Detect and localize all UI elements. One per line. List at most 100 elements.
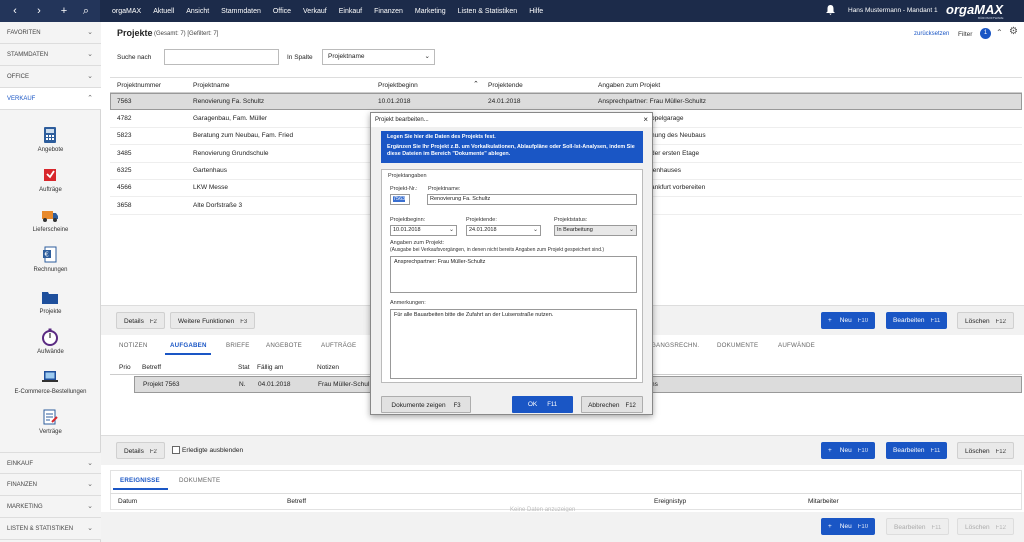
sidebar-section-marketing[interactable]: MARKETING ⌄ [0, 496, 101, 518]
back-icon[interactable]: ‹ [6, 3, 24, 19]
menu-item[interactable]: Aktuell [153, 8, 174, 15]
sidebar-item-ecommerce[interactable]: E-Commerce-Bestellungen [0, 368, 101, 408]
collapse-icon[interactable]: ⌃ [996, 28, 1003, 37]
logo: orgaMAX [946, 2, 1004, 17]
column-header[interactable]: Projektname [193, 82, 230, 89]
tab-aufgaben[interactable]: AUFGABEN [170, 342, 207, 349]
delete-button[interactable]: Löschen F12 [957, 312, 1014, 329]
forward-icon[interactable]: › [30, 3, 48, 19]
sidebar-section-listen[interactable]: LISTEN & STATISTIKEN ⌄ [0, 518, 101, 540]
tab-angebote[interactable]: ANGEBOTE [266, 342, 302, 349]
button-label: Details [124, 448, 144, 455]
tab-auftraege[interactable]: AUFTRÄGE [321, 342, 356, 349]
tab-ereignis-dokumente[interactable]: DOKUMENTE [179, 477, 220, 484]
cancel-button[interactable]: Abbrechen F12 [581, 396, 643, 413]
sidebar-section-finanzen[interactable]: FINANZEN ⌄ [0, 474, 101, 496]
close-icon[interactable]: × [643, 113, 648, 127]
menu-item[interactable]: Marketing [415, 8, 446, 15]
column-header[interactable]: Angaben zum Projekt [598, 82, 660, 89]
column-header[interactable]: Projektende [488, 82, 523, 89]
task-edit-button[interactable]: Bearbeiten F11 [886, 442, 948, 459]
menu-item[interactable]: Einkauf [339, 8, 362, 15]
sidebar-item-lieferscheine[interactable]: Lieferscheine [0, 206, 101, 246]
tab-dokumente[interactable]: DOKUMENTE [717, 342, 758, 349]
notes-textarea[interactable]: Für alle Bauarbeiten bitte die Zufahrt a… [390, 309, 637, 379]
menu-item[interactable]: Ansicht [186, 8, 209, 15]
chevron-down-icon: ⌄ [87, 460, 93, 467]
event-edit-button[interactable]: Bearbeiten F11 [886, 518, 950, 535]
field-label: Projektbeginn: [390, 217, 426, 223]
table-row[interactable]: 7563 Renovierung Fa. Schultz 10.01.2018 … [110, 93, 1022, 110]
gear-icon[interactable]: ⚙ [1009, 26, 1018, 37]
hide-done-label[interactable]: Erledigte ausblenden [182, 447, 243, 454]
menu-item[interactable]: Verkauf [303, 8, 327, 15]
sidebar-item-vertraege[interactable]: Verträge [0, 408, 101, 448]
column-select[interactable]: Projektname ⌄ [322, 49, 435, 65]
menu-item[interactable]: Listen & Statistiken [458, 8, 518, 15]
filter-label[interactable]: Filter [958, 31, 972, 38]
sidebar-item-aufwaende[interactable]: Aufwände [0, 328, 101, 368]
section-label: FAVORITEN [7, 30, 41, 36]
column-header[interactable]: Betreff [287, 498, 306, 505]
event-delete-button[interactable]: Löschen F12 [957, 518, 1014, 535]
project-info-textarea[interactable]: Ansprechpartner: Frau Müller-Schultz [390, 256, 637, 293]
sidebar-item-angebote[interactable]: Angebote [0, 126, 101, 166]
project-status-select[interactable]: In Bearbeitung ⌄ [554, 225, 637, 236]
more-functions-button[interactable]: Weitere Funktionen F3 [170, 312, 256, 329]
menu-item[interactable]: Office [273, 8, 291, 15]
project-number-input[interactable]: 7563 [390, 194, 410, 205]
column-header[interactable]: Notizen [317, 364, 339, 371]
edit-button[interactable]: Bearbeiten F11 [886, 312, 948, 329]
project-name-input[interactable]: Renovierung Fa. Schultz [427, 194, 637, 205]
sidebar-section-office[interactable]: OFFICE ⌄ [0, 66, 101, 88]
hide-done-checkbox[interactable] [172, 446, 180, 454]
task-delete-button[interactable]: Löschen F12 [957, 442, 1014, 459]
task-details-button[interactable]: Details F2 [116, 442, 165, 459]
column-header[interactable]: Projektnummer [117, 82, 161, 89]
ok-button[interactable]: OK F11 [512, 396, 573, 413]
user-name[interactable]: Hans Mustermann - Mandant 1 [848, 7, 938, 14]
new-button[interactable]: + Neu F10 [821, 312, 876, 329]
tab-notizen[interactable]: NOTIZEN [119, 342, 148, 349]
sidebar-item-rechnungen[interactable]: € Rechnungen [0, 246, 101, 286]
task-new-button[interactable]: + Neu F10 [821, 442, 876, 459]
menu-item[interactable]: Hilfe [529, 8, 543, 15]
column-header[interactable]: Betreff [142, 364, 161, 371]
search-icon[interactable]: ⌕ [77, 3, 95, 19]
tab-gangsrechnungen[interactable]: GANGSRECHN. [651, 342, 699, 349]
column-select-value: Projektname [328, 53, 365, 60]
project-begin-input[interactable]: 10.01.2018 ⌄ [390, 225, 457, 236]
reset-link[interactable]: zurücksetzen [914, 31, 949, 37]
column-header[interactable]: Mitarbeiter [808, 498, 839, 505]
sidebar-section-favoriten[interactable]: FAVORITEN ⌄ [0, 22, 101, 44]
details-button[interactable]: Details F2 [116, 312, 165, 329]
add-icon[interactable]: + [55, 3, 73, 19]
sidebar-section-verkauf[interactable]: VERKAUF ⌃ [0, 88, 101, 110]
menu-app[interactable]: orgaMAX [112, 8, 141, 15]
show-documents-button[interactable]: Dokumente zeigen F3 [381, 396, 471, 413]
sidebar-section-stammdaten[interactable]: STAMMDATEN ⌄ [0, 44, 101, 66]
section-label: LISTEN & STATISTIKEN [7, 526, 74, 532]
search-input[interactable] [164, 49, 279, 65]
menu-item[interactable]: Stammdaten [221, 8, 261, 15]
sidebar-item-auftraege[interactable]: Aufträge [0, 166, 101, 206]
menu-item[interactable]: Finanzen [374, 8, 403, 15]
event-new-button[interactable]: + Neu F10 [821, 518, 876, 535]
column-header[interactable]: Prio [119, 364, 131, 371]
input-value: 10.01.2018 [393, 227, 421, 233]
column-header[interactable]: Projektbeginn [378, 82, 418, 89]
project-end-input[interactable]: 24.01.2018 ⌄ [466, 225, 541, 236]
tab-aufwaende[interactable]: AUFWÄNDE [778, 342, 815, 349]
button-label: Weitere Funktionen [178, 318, 235, 325]
column-header[interactable]: Stat [238, 364, 250, 371]
bell-icon[interactable] [826, 5, 835, 15]
tab-ereignisse[interactable]: EREIGNISSE [120, 477, 160, 484]
dialog-info-banner: Legen Sie hier die Daten des Projekts fe… [381, 131, 643, 163]
sidebar-item-projekte[interactable]: Projekte [0, 288, 101, 328]
tab-briefe[interactable]: BRIEFE [226, 342, 250, 349]
column-header[interactable]: Fällig am [257, 364, 283, 371]
sidebar-section-einkauf[interactable]: EINKAUF ⌄ [0, 452, 101, 474]
section-label: MARKETING [7, 504, 43, 510]
column-header[interactable]: Ereignistyp [654, 498, 686, 505]
column-header[interactable]: Datum [118, 498, 137, 505]
